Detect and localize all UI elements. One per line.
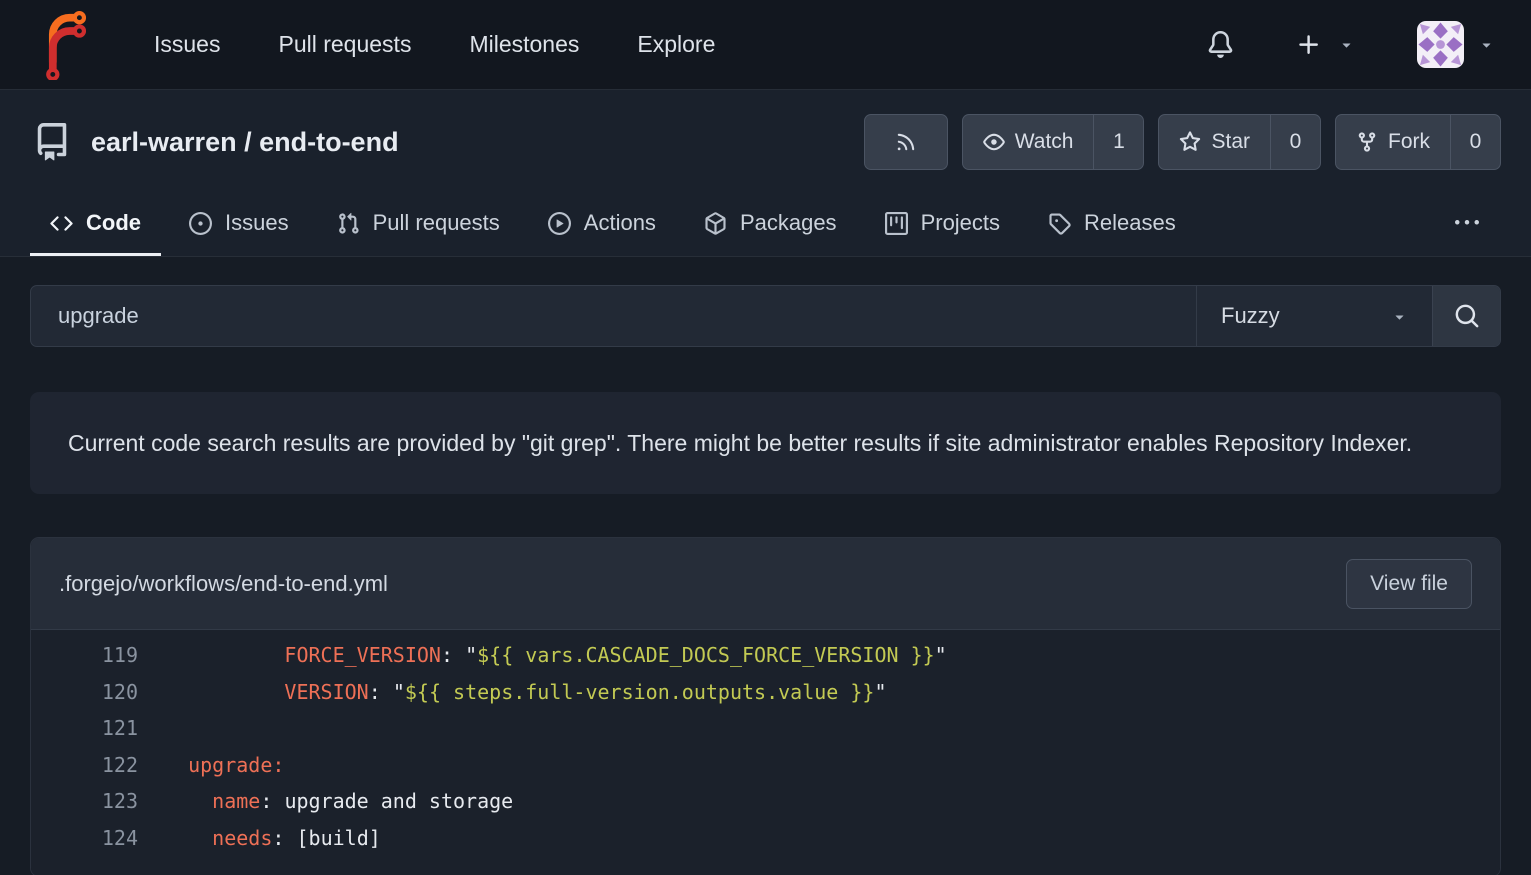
fork-button[interactable]: Fork 0: [1335, 114, 1501, 170]
search-icon: [1454, 303, 1480, 329]
tab-label: Pull requests: [373, 210, 500, 236]
line-number[interactable]: 120: [31, 674, 138, 711]
line-number[interactable]: 119: [31, 637, 138, 674]
kebab-horizontal-icon: [1455, 211, 1479, 235]
tag-icon: [1048, 212, 1071, 235]
rss-icon: [895, 131, 917, 153]
repo-header-wrapper: earl-warren / end-to-end Watch 1: [0, 90, 1531, 257]
navbar-link-explore[interactable]: Explore: [637, 31, 715, 58]
rss-button[interactable]: [864, 114, 948, 170]
search-button[interactable]: [1432, 286, 1500, 346]
code-search-bar: Fuzzy: [30, 285, 1501, 347]
code-text: needs: [build]: [138, 820, 381, 857]
tab-releases[interactable]: Releases: [1028, 190, 1196, 256]
tab-label: Packages: [740, 210, 837, 236]
notice-text: Current code search results are provided…: [68, 430, 1412, 456]
navbar-link-pull-requests[interactable]: Pull requests: [278, 31, 411, 58]
repo-tabs: Code Issues Pull requests Actions Packages Pr…: [0, 190, 1531, 256]
search-indexer-notice: Current code search results are provided…: [30, 392, 1501, 494]
plus-icon: [1296, 32, 1322, 58]
create-new-dropdown[interactable]: [1296, 32, 1355, 58]
code-block: 119 FORCE_VERSION: "${{ vars.CASCADE_DOC…: [31, 630, 1500, 875]
play-circle-icon: [548, 212, 571, 235]
search-mode-dropdown[interactable]: Fuzzy: [1196, 286, 1432, 346]
git-pull-request-icon: [337, 212, 360, 235]
package-icon: [704, 212, 727, 235]
star-count[interactable]: 0: [1270, 115, 1320, 169]
fork-label: Fork: [1388, 130, 1430, 154]
view-file-button[interactable]: View file: [1346, 559, 1472, 609]
tabs-overflow-button[interactable]: [1445, 190, 1489, 256]
star-label: Star: [1211, 130, 1250, 154]
tab-pull-requests[interactable]: Pull requests: [317, 190, 520, 256]
star-icon: [1179, 131, 1201, 153]
user-menu-dropdown[interactable]: [1417, 21, 1495, 68]
code-line: 123 name: upgrade and storage: [31, 783, 1500, 820]
code-text: upgrade:: [138, 747, 284, 784]
code-line: 119 FORCE_VERSION: "${{ vars.CASCADE_DOC…: [31, 637, 1500, 674]
code-text: [138, 710, 164, 747]
star-button[interactable]: Star 0: [1158, 114, 1321, 170]
code-line: 120 VERSION: "${{ steps.full-version.out…: [31, 674, 1500, 711]
forgejo-logo-icon[interactable]: [36, 10, 92, 80]
tab-code[interactable]: Code: [30, 190, 161, 256]
code-text: FORCE_VERSION: "${{ vars.CASCADE_DOCS_FO…: [138, 637, 947, 674]
top-navbar: Issues Pull requests Milestones Explore: [0, 0, 1531, 90]
repo-header: earl-warren / end-to-end Watch 1: [0, 90, 1531, 190]
fork-icon: [1356, 131, 1378, 153]
watch-button[interactable]: Watch 1: [962, 114, 1145, 170]
repo-actions: Watch 1 Star 0 Fork: [864, 114, 1501, 170]
navbar-link-issues[interactable]: Issues: [154, 31, 220, 58]
repo-owner-link[interactable]: earl-warren: [91, 127, 237, 157]
issue-opened-icon: [189, 212, 212, 235]
notifications-button[interactable]: [1207, 31, 1234, 58]
tab-label: Code: [86, 210, 141, 236]
user-avatar: [1417, 21, 1464, 68]
code-line: 122 upgrade:: [31, 747, 1500, 784]
search-input[interactable]: [31, 286, 1196, 346]
tab-issues[interactable]: Issues: [169, 190, 309, 256]
code-line: 121: [31, 710, 1500, 747]
tab-projects[interactable]: Projects: [865, 190, 1020, 256]
project-board-icon: [885, 212, 908, 235]
code-text: name: upgrade and storage: [138, 783, 513, 820]
watch-count[interactable]: 1: [1093, 115, 1143, 169]
repo-title: earl-warren / end-to-end: [91, 127, 399, 158]
navbar-right: [1207, 21, 1495, 68]
bell-icon: [1207, 31, 1234, 58]
repo-title-separator: /: [237, 127, 260, 157]
tab-packages[interactable]: Packages: [684, 190, 857, 256]
code-icon: [50, 212, 73, 235]
line-number[interactable]: 123: [31, 783, 138, 820]
repo-icon: [33, 123, 71, 161]
fork-count[interactable]: 0: [1450, 115, 1500, 169]
navbar-link-milestones[interactable]: Milestones: [469, 31, 579, 58]
repo-name-link[interactable]: end-to-end: [259, 127, 398, 157]
line-number[interactable]: 121: [31, 710, 138, 747]
navbar-links: Issues Pull requests Milestones Explore: [154, 31, 715, 58]
result-file-path-link[interactable]: .forgejo/workflows/end-to-end.yml: [59, 571, 388, 597]
watch-label: Watch: [1015, 130, 1074, 154]
tab-label: Projects: [921, 210, 1000, 236]
code-line: 124 needs: [build]: [31, 820, 1500, 857]
tab-label: Releases: [1084, 210, 1176, 236]
line-number[interactable]: 124: [31, 820, 138, 857]
eye-icon: [983, 131, 1005, 153]
result-file-header: .forgejo/workflows/end-to-end.yml View f…: [31, 538, 1500, 630]
tab-label: Issues: [225, 210, 289, 236]
tab-label: Actions: [584, 210, 656, 236]
chevron-down-icon: [1338, 36, 1355, 53]
code-text: VERSION: "${{ steps.full-version.outputs…: [138, 674, 887, 711]
search-mode-value: Fuzzy: [1221, 303, 1280, 329]
chevron-down-icon: [1391, 308, 1408, 325]
tab-actions[interactable]: Actions: [528, 190, 676, 256]
line-number[interactable]: 122: [31, 747, 138, 784]
chevron-down-icon: [1478, 36, 1495, 53]
search-result-card: .forgejo/workflows/end-to-end.yml View f…: [30, 537, 1501, 875]
